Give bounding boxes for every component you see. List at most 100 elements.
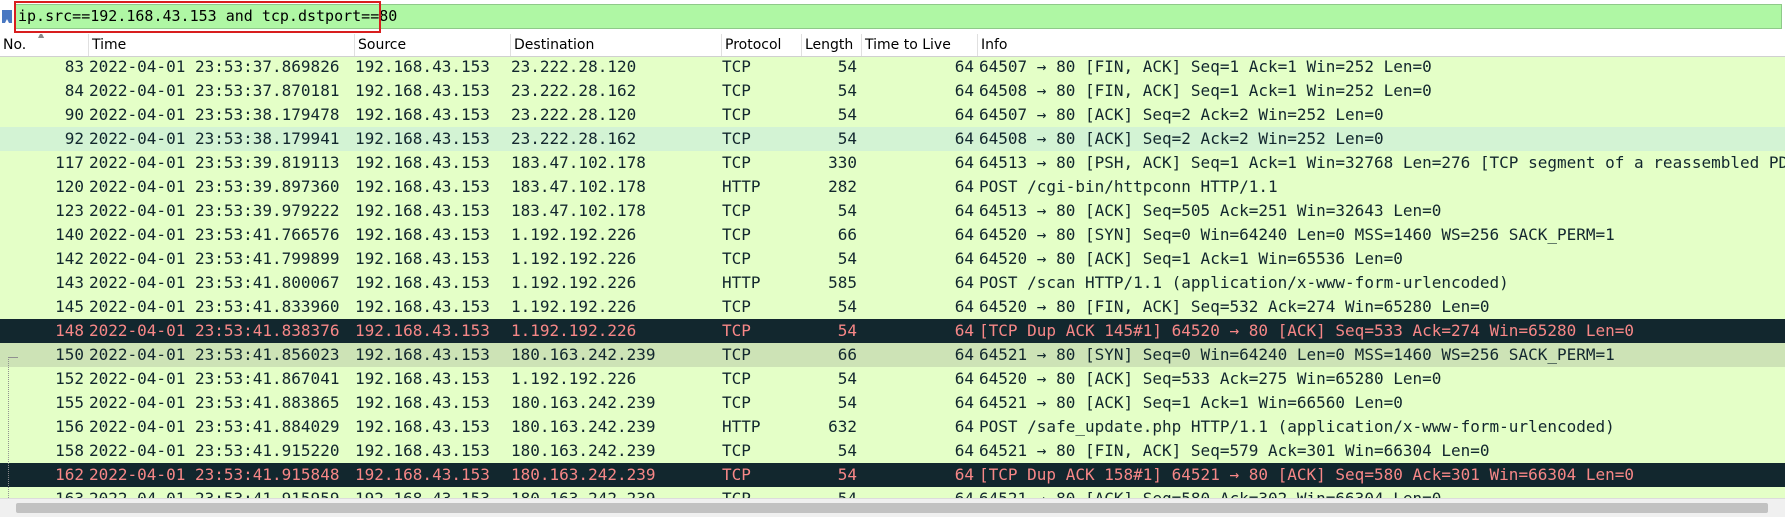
packet-row[interactable]: 145 2022-04-01 23:53:41.833960 192.168.43.… [0,295,1785,319]
horizontal-scrollbar-thumb[interactable] [16,503,1768,513]
column-header-protocol[interactable]: Protocol [722,34,802,56]
packet-destination: 1.192.192.226 [511,273,637,292]
packet-no: 142 [55,249,84,268]
display-filter-text[interactable]: ip.src==192.168.43.153 and tcp.dstport==… [18,6,397,26]
packet-protocol: TCP [722,369,751,388]
packet-protocol: TCP [722,345,751,364]
packet-ttl: 64 [954,249,974,268]
packet-info: 64507 → 80 [FIN, ACK] Seq=1 Ack=1 Win=25… [979,57,1432,76]
packet-no: 143 [55,273,84,292]
packet-ttl: 64 [954,201,974,220]
packet-ttl: 64 [954,153,974,172]
packet-destination: 1.192.192.226 [511,249,637,268]
packet-info: POST /safe_update.php HTTP/1.1 (applicat… [979,417,1615,436]
column-header-length-label: Length [805,37,854,53]
bookmark-icon[interactable] [2,10,12,23]
packet-row[interactable]: 92 2022-04-01 23:53:38.179941 192.168.43.1… [0,127,1785,151]
packet-protocol: TCP [722,201,751,220]
packet-info: 64521 → 80 [SYN] Seq=0 Win=64240 Len=0 M… [979,345,1615,364]
packet-ttl: 64 [954,441,974,460]
packet-row[interactable]: 90 2022-04-01 23:53:38.179478 192.168.43.1… [0,103,1785,127]
column-header-destination-label: Destination [514,37,595,53]
packet-no: 163 [0,487,84,498]
packet-row[interactable]: 156 2022-04-01 23:53:41.884029 192.168.43.… [0,415,1785,439]
column-header-no[interactable]: No. ▲ [0,34,89,56]
packet-row[interactable]: 163 2022-04-01 23:53:41.915959 192.168.43.… [0,487,1785,498]
conversation-tree-tick [8,357,18,359]
horizontal-scrollbar[interactable] [0,498,1785,517]
packet-no: 145 [55,297,84,316]
packet-info: POST /cgi-bin/httpconn HTTP/1.1 [979,177,1278,196]
packet-no: 158 [55,441,84,460]
column-header-info[interactable]: Info [978,34,1785,56]
packet-destination: 183.47.102.178 [511,177,646,196]
packet-time: 2022-04-01 23:53:41.799899 [89,249,340,268]
packet-row[interactable]: 140 2022-04-01 23:53:41.766576 192.168.43.… [0,223,1785,247]
packet-time: 2022-04-01 23:53:41.838376 [89,321,340,340]
packet-row[interactable]: 117 2022-04-01 23:53:39.819113 192.168.43.… [0,151,1785,175]
packet-row[interactable]: 150 2022-04-01 23:53:41.856023 192.168.43.… [0,343,1785,367]
packet-time: 2022-04-01 23:53:39.979222 [89,201,340,220]
packet-protocol: TCP [722,225,751,244]
packet-row[interactable]: 123 2022-04-01 23:53:39.979222 192.168.43.… [0,199,1785,223]
packet-row[interactable]: 120 2022-04-01 23:53:39.897360 192.168.43.… [0,175,1785,199]
packet-time: 2022-04-01 23:53:39.819113 [89,153,340,172]
packet-no: 155 [55,393,84,412]
packet-no: 148 [55,321,84,340]
packet-info: 64520 → 80 [ACK] Seq=1 Ack=1 Win=65536 L… [979,249,1403,268]
packet-no: 84 [64,81,84,100]
packet-no: 83 [64,57,84,76]
packet-length: 54 [837,441,857,460]
packet-source: 192.168.43.153 [355,417,490,436]
packet-list[interactable]: 83 2022-04-01 23:53:37.869826 192.168.43.1… [0,57,1785,498]
packet-no: 150 [55,345,84,364]
packet-row[interactable]: 83 2022-04-01 23:53:37.869826 192.168.43.1… [0,57,1785,79]
packet-ttl: 64 [954,105,974,124]
packet-length: 282 [828,177,857,196]
column-header-source[interactable]: Source [355,34,511,56]
column-header-time[interactable]: Time [89,34,355,56]
packet-length: 54 [837,297,857,316]
packet-protocol: HTTP [722,417,761,436]
packet-time: 2022-04-01 23:53:41.833960 [89,297,340,316]
packet-row[interactable]: 152 2022-04-01 23:53:41.867041 192.168.43.… [0,367,1785,391]
packet-protocol: TCP [722,487,802,498]
packet-no: 120 [55,177,84,196]
packet-row[interactable]: 142 2022-04-01 23:53:41.799899 192.168.43.… [0,247,1785,271]
packet-protocol: TCP [722,465,751,484]
packet-row[interactable]: 162 2022-04-01 23:53:41.915848 192.168.43.… [0,463,1785,487]
packet-row[interactable]: 158 2022-04-01 23:53:41.915220 192.168.43.… [0,439,1785,463]
packet-time: 2022-04-01 23:53:41.867041 [89,369,340,388]
packet-destination: 23.222.28.120 [511,57,637,76]
packet-row[interactable]: 84 2022-04-01 23:53:37.870181 192.168.43.1… [0,79,1785,103]
packet-source: 192.168.43.153 [355,393,490,412]
packet-list-header: No. ▲ Time Source Destination Protocol L… [0,34,1785,57]
packet-row[interactable]: 155 2022-04-01 23:53:41.883865 192.168.43.… [0,391,1785,415]
packet-no: 90 [64,105,84,124]
packet-length: 54 [837,369,857,388]
packet-destination: 180.163.242.239 [511,487,721,498]
packet-row[interactable]: 143 2022-04-01 23:53:41.800067 192.168.43.… [0,271,1785,295]
packet-info: 64521 → 80 [ACK] Seq=1 Ack=1 Win=66560 L… [979,393,1403,412]
packet-destination: 23.222.28.120 [511,105,637,124]
packet-time: 2022-04-01 23:53:41.884029 [89,417,340,436]
column-header-destination[interactable]: Destination [511,34,722,56]
packet-source: 192.168.43.153 [355,273,490,292]
packet-length: 54 [837,201,857,220]
column-header-source-label: Source [358,37,407,53]
packet-length: 54 [837,249,857,268]
column-header-ttl[interactable]: Time to Live [862,34,978,56]
packet-info: 64521 → 80 [ACK] Seq=580 Ack=302 Win=663… [979,487,1785,498]
packet-info: [TCP Dup ACK 145#1] 64520 → 80 [ACK] Seq… [979,321,1635,340]
packet-source: 192.168.43.153 [355,57,490,76]
packet-protocol: TCP [722,129,751,148]
packet-row[interactable]: 148 2022-04-01 23:53:41.838376 192.168.43.… [0,319,1785,343]
packet-length: 54 [837,57,857,76]
packet-info: 64508 → 80 [ACK] Seq=2 Ack=2 Win=252 Len… [979,129,1384,148]
column-header-length[interactable]: Length [802,34,862,56]
packet-source: 192.168.43.153 [355,81,490,100]
packet-source: 192.168.43.153 [355,129,490,148]
packet-ttl: 64 [954,417,974,436]
packet-destination: 183.47.102.178 [511,201,646,220]
packet-time: 2022-04-01 23:53:38.179941 [89,129,340,148]
